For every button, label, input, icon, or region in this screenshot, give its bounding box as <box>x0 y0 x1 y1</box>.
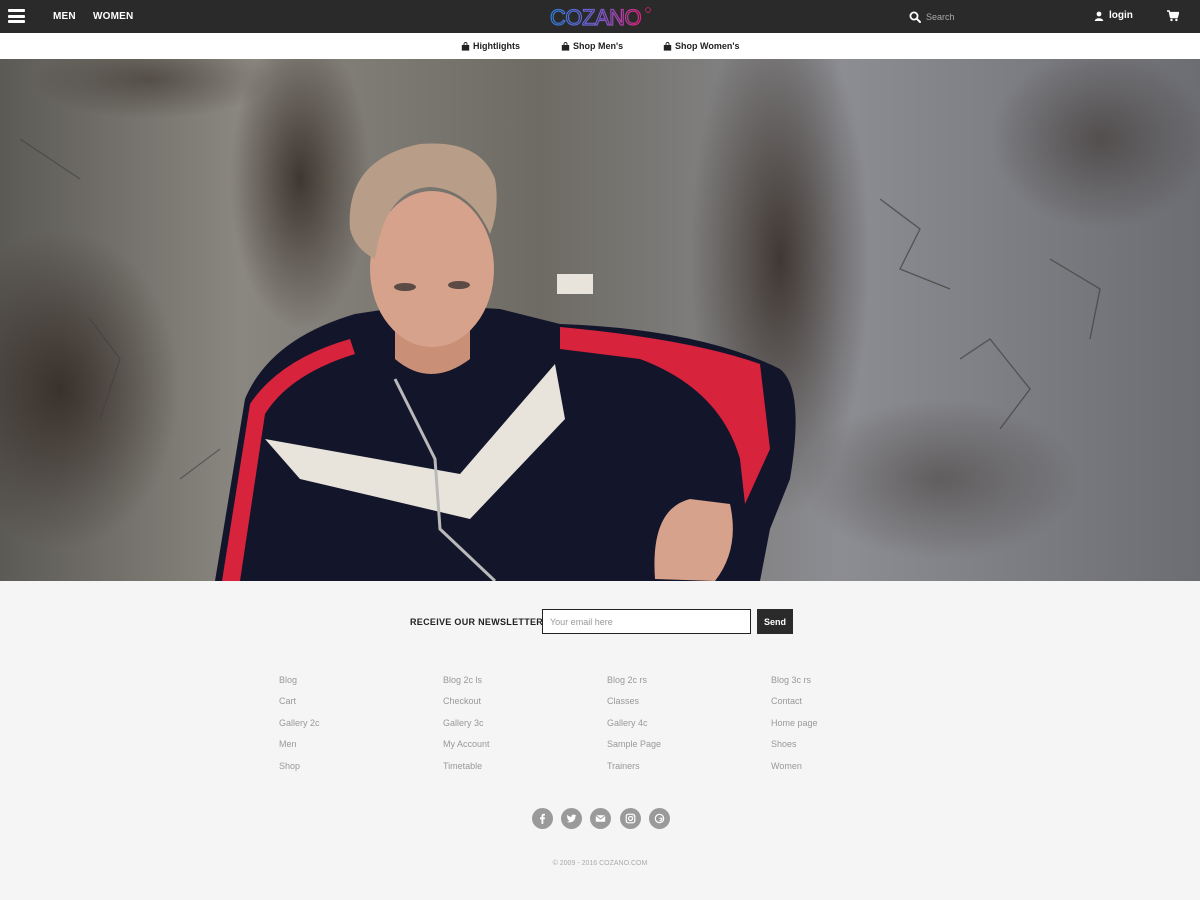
logo-text: COZANO <box>550 5 642 29</box>
google-plus-icon <box>654 813 665 824</box>
footer-links-column-4: Blog 3c rs Contact Home page Shoes Women <box>771 674 921 781</box>
footer-link[interactable]: Men <box>279 738 429 759</box>
footer-link[interactable]: Contact <box>771 695 921 716</box>
hero-image <box>0 59 1200 581</box>
subnav-highlights[interactable]: Hightlights <box>461 41 520 51</box>
footer-link[interactable]: Blog 2c ls <box>443 674 593 695</box>
subnav-shop-womens[interactable]: Shop Women's <box>663 41 739 51</box>
footer-link[interactable]: Gallery 3c <box>443 717 593 738</box>
email-button[interactable] <box>590 808 612 829</box>
envelope-icon <box>596 815 606 822</box>
user-icon <box>1094 11 1104 21</box>
footer-link[interactable]: Sample Page <box>607 738 757 759</box>
facebook-icon <box>540 813 545 824</box>
newsletter-email-input[interactable] <box>542 609 751 634</box>
footer-link[interactable]: Cart <box>279 695 429 716</box>
hero-photo <box>0 59 1200 581</box>
twitter-button[interactable] <box>561 808 583 829</box>
social-links <box>532 808 678 829</box>
nav-men[interactable]: MEN <box>53 11 76 22</box>
shopping-bag-icon <box>561 41 570 51</box>
search-box <box>909 9 996 25</box>
newsletter-label: RECEIVE OUR NEWSLETTER <box>410 617 544 627</box>
footer-link[interactable]: Shoes <box>771 738 921 759</box>
footer-link[interactable]: Blog 2c rs <box>607 674 757 695</box>
newsletter-send-button[interactable]: Send <box>757 609 793 634</box>
footer-link[interactable]: Shop <box>279 760 429 781</box>
footer-link[interactable]: Home page <box>771 717 921 738</box>
footer-link[interactable]: Gallery 2c <box>279 717 429 738</box>
footer-link[interactable]: Gallery 4c <box>607 717 757 738</box>
cozano-logo[interactable]: COZANO <box>549 5 659 29</box>
footer-link[interactable]: Trainers <box>607 760 757 781</box>
subnav-label: Shop Women's <box>675 41 740 51</box>
facebook-button[interactable] <box>532 808 553 829</box>
footer-links-column-1: Blog Cart Gallery 2c Men Shop <box>279 674 429 781</box>
search-input[interactable] <box>926 12 996 22</box>
login-button[interactable]: login <box>1094 10 1133 21</box>
top-navbar: MEN WOMEN COZANO login <box>0 0 1200 33</box>
shopping-bag-icon <box>461 41 470 51</box>
footer-link[interactable]: My Account <box>443 738 593 759</box>
shopping-cart-icon[interactable] <box>1167 10 1179 22</box>
footer-link[interactable]: Classes <box>607 695 757 716</box>
instagram-button[interactable] <box>619 808 641 829</box>
footer-link[interactable]: Women <box>771 760 921 781</box>
shopping-bag-icon <box>663 41 672 51</box>
subnav-label: Hightlights <box>473 41 520 51</box>
subnav-label: Shop Men's <box>573 41 624 51</box>
instagram-icon <box>625 813 635 824</box>
nav-women[interactable]: WOMEN <box>93 11 133 22</box>
footer-links-column-2: Blog 2c ls Checkout Gallery 3c My Accoun… <box>443 674 593 781</box>
footer-link[interactable]: Timetable <box>443 760 593 781</box>
footer-link[interactable]: Blog <box>279 674 429 695</box>
google-plus-button[interactable] <box>648 808 670 829</box>
footer-links-column-3: Blog 2c rs Classes Gallery 4c Sample Pag… <box>607 674 757 781</box>
subnav-shop-mens[interactable]: Shop Men's <box>561 41 623 51</box>
footer-link[interactable]: Checkout <box>443 695 593 716</box>
footer-link[interactable]: Blog 3c rs <box>771 674 921 695</box>
sub-navbar: Hightlights Shop Men's Shop Women's <box>0 33 1200 59</box>
login-label: login <box>1109 10 1133 21</box>
copyright-text: © 2009 - 2016 COZANO.COM <box>552 860 648 867</box>
hamburger-menu-icon[interactable] <box>8 9 25 23</box>
twitter-icon <box>566 814 577 823</box>
search-icon[interactable] <box>909 11 921 23</box>
